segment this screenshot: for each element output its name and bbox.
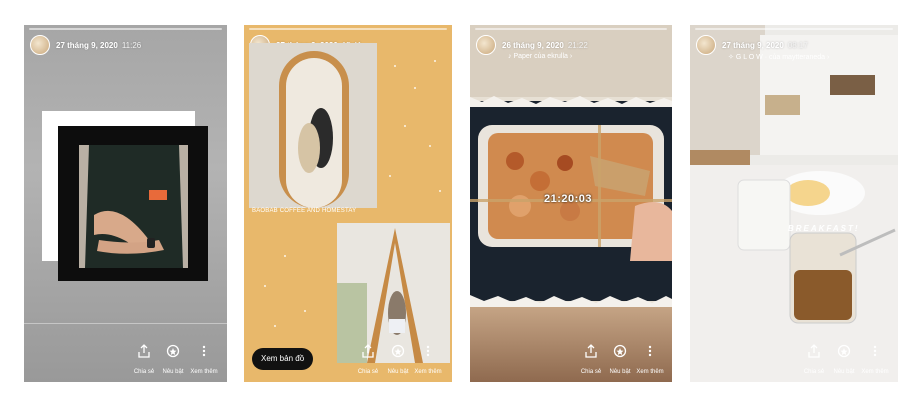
highlight-icon <box>166 344 180 358</box>
story-card-4[interactable]: BREAKFAST! 27 tháng 9, 2020 08:17 ✧ G L O… <box>690 25 898 382</box>
torn-paper-edge <box>470 96 672 107</box>
story-card-1[interactable]: 27 tháng 9, 2020 11:26 Chia sẻ Nêu bật Xe… <box>24 25 227 382</box>
more-label: Xem thêm <box>636 369 664 375</box>
more-button[interactable]: Xem thêm <box>857 344 893 378</box>
story-card-3[interactable]: 21:20:03 26 tháng 9, 2020 21:22 ♪ Paper c… <box>470 25 672 382</box>
highlight-label: Nêu bật <box>162 369 184 375</box>
more-label: Xem thêm <box>190 369 218 375</box>
sparkle-icon: ✧ <box>728 54 736 61</box>
story-actions: Chia sẻ Nêu bật Xem thêm <box>690 344 898 375</box>
story-actions: Chia sẻ Nêu bật Xem thêm <box>244 344 452 375</box>
highlight-icon <box>837 344 851 358</box>
avatar[interactable] <box>696 35 716 55</box>
story-header: 26 tháng 9, 2020 21:22 <box>476 35 588 55</box>
mirror-illustration <box>249 43 377 208</box>
timer-sticker: 21:20:03 <box>544 193 593 205</box>
divider <box>24 323 227 324</box>
more-label: Xem thêm <box>414 369 442 375</box>
chevron-right-icon: › <box>567 53 573 60</box>
story-date: 26 tháng 9, 2020 21:22 <box>502 40 588 50</box>
more-button[interactable]: Xem thêm <box>410 344 446 378</box>
more-icon <box>426 345 430 357</box>
breakfast-photo <box>690 25 898 382</box>
highlight-label: Nêu bật <box>609 369 631 375</box>
story-photo <box>79 145 188 268</box>
share-icon <box>585 344 597 358</box>
story-time: 08:17 <box>787 40 808 50</box>
share-label: Chia sẻ <box>357 369 379 375</box>
story-progress-bar <box>695 28 893 30</box>
mirror-photo <box>249 43 377 208</box>
story-time: 11:26 <box>121 40 142 50</box>
highlight-icon <box>391 344 405 358</box>
effect-attribution[interactable]: ✧ G L O W · của maytteraneda › <box>728 53 829 61</box>
torn-paper-edge <box>470 295 672 307</box>
music-attribution[interactable]: ♪ Paper của ekrulla › <box>508 53 572 60</box>
avatar[interactable] <box>30 35 50 55</box>
story-actions: Chia sẻ Nêu bật Xem thêm <box>24 344 227 375</box>
more-button[interactable]: Xem thêm <box>632 344 668 378</box>
share-label: Chia sẻ <box>133 369 155 375</box>
share-icon <box>138 344 150 358</box>
more-icon <box>202 345 206 357</box>
share-icon <box>362 344 374 358</box>
highlight-icon <box>613 344 627 358</box>
person-photo-illustration <box>79 145 188 268</box>
breakfast-sticker: BREAKFAST! <box>788 224 860 233</box>
highlight-label: Nêu bật <box>387 369 409 375</box>
more-button[interactable]: Xem thêm <box>186 344 222 378</box>
story-date: 27 tháng 9, 2020 11:26 <box>56 40 142 50</box>
story-progress-bar <box>249 28 447 30</box>
frame-photo <box>337 223 450 363</box>
more-icon <box>873 345 877 357</box>
story-header: 27 tháng 9, 2020 11:26 <box>30 35 141 55</box>
chevron-right-icon: › <box>825 54 830 61</box>
share-label: Chia sẻ <box>580 369 602 375</box>
location-tag[interactable]: BAOBAB COFFEE AND HOMESTAY <box>252 208 356 214</box>
avatar[interactable] <box>476 35 496 55</box>
more-icon <box>648 345 652 357</box>
story-date: 27 tháng 9, 2020 08:17 <box>722 40 808 50</box>
share-label: Chia sẻ <box>803 369 825 375</box>
story-actions: Chia sẻ Nêu bật Xem thêm <box>470 344 672 375</box>
story-progress-bar <box>475 28 667 30</box>
highlight-label: Nêu bật <box>833 369 855 375</box>
story-header: 27 tháng 9, 2020 08:17 <box>696 35 808 55</box>
story-card-2[interactable]: 27 tháng 9, 202015:41 BAOBAB COFFEE AND … <box>244 25 452 382</box>
share-icon <box>808 344 820 358</box>
story-progress-bar <box>29 28 222 30</box>
story-time: 21:22 <box>567 40 588 50</box>
a-frame-illustration <box>337 223 450 363</box>
more-label: Xem thêm <box>861 369 889 375</box>
